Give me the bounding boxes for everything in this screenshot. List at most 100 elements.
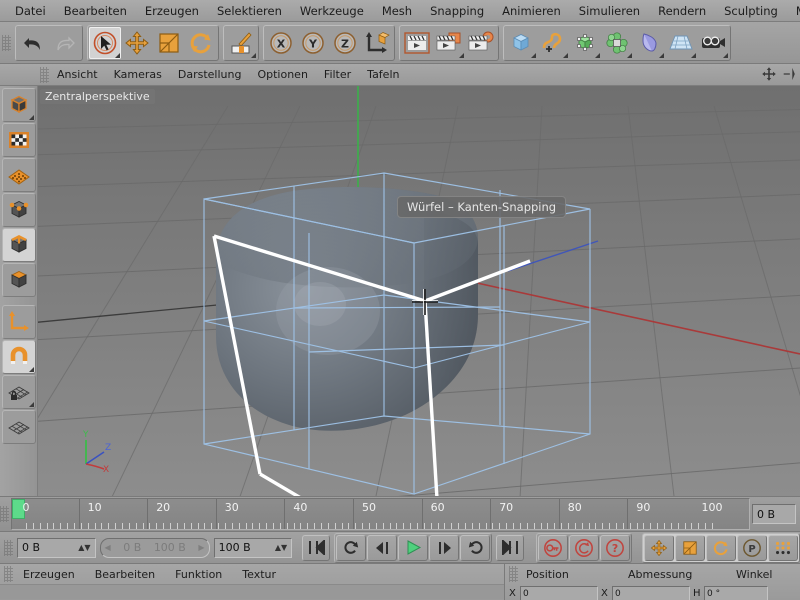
menu-item-mograph[interactable]: MoGraph: [787, 2, 800, 20]
timeline-minor-tick: [506, 523, 508, 529]
timeline-grip[interactable]: [0, 506, 9, 522]
menu-item-sculpting[interactable]: Sculpting: [715, 2, 787, 20]
spinner-icon[interactable]: ▲▼: [275, 543, 287, 552]
timeline-minor-tick: [526, 523, 528, 529]
move-tool[interactable]: [121, 27, 153, 59]
step-back-button[interactable]: [367, 534, 398, 561]
point-mode-button[interactable]: [1, 193, 36, 227]
spinner-icon[interactable]: ▲▼: [78, 543, 90, 552]
texture-mode-button[interactable]: [1, 123, 36, 157]
add-spline-button[interactable]: [537, 27, 569, 59]
step-forward-button[interactable]: [429, 534, 460, 561]
redo-button[interactable]: [49, 27, 81, 59]
material-manager-body[interactable]: [0, 584, 504, 599]
material-menu-item-erzeugen[interactable]: Erzeugen: [13, 566, 85, 583]
go-to-end-button[interactable]: [496, 534, 524, 561]
viewport-pan-button[interactable]: [761, 66, 777, 82]
brush-tool[interactable]: [225, 27, 257, 59]
menu-item-selektieren[interactable]: Selektieren: [208, 2, 291, 20]
menu-item-werkzeuge[interactable]: Werkzeuge: [291, 2, 373, 20]
material-menu-item-bearbeiten[interactable]: Bearbeiten: [85, 566, 165, 583]
go-to-start-button[interactable]: [302, 534, 331, 561]
render-region-button[interactable]: [433, 27, 465, 59]
workplane-lock-button[interactable]: [1, 375, 36, 409]
viewport-3d[interactable]: Zentralperspektive Würfel – Kanten-Snapp…: [38, 86, 800, 496]
live-selection-tool[interactable]: [89, 26, 121, 59]
add-mograph-button[interactable]: [601, 27, 633, 59]
render-settings-button[interactable]: [465, 27, 497, 59]
timeline-ruler[interactable]: 0 10 20 30 40 50 60 70 80 90 100: [11, 498, 750, 530]
edge-mode-button[interactable]: [1, 228, 36, 262]
rotate-tool[interactable]: [185, 27, 217, 59]
position-x-value: 0: [523, 588, 529, 599]
add-deformer-button[interactable]: [633, 27, 665, 59]
add-camera-button[interactable]: [697, 27, 729, 59]
viewport-menu-item-optionen[interactable]: Optionen: [249, 66, 315, 83]
axis-mode-button[interactable]: [1, 305, 36, 339]
polygon-mode-button[interactable]: [1, 263, 36, 297]
position-x-field[interactable]: 0: [520, 586, 598, 600]
undo-button[interactable]: [17, 27, 49, 59]
menu-item-simulieren[interactable]: Simulieren: [570, 2, 649, 20]
viewport-zoom-button[interactable]: [780, 66, 796, 82]
material-manager-grip[interactable]: [4, 566, 13, 582]
coordinate-system-toggle[interactable]: [361, 27, 393, 59]
toolbar-group-transform: [87, 24, 219, 61]
add-generator-button[interactable]: [569, 27, 601, 59]
menu-item-rendern[interactable]: Rendern: [649, 2, 715, 20]
menu-item-mesh[interactable]: Mesh: [373, 2, 421, 20]
lock-x-axis[interactable]: X: [265, 27, 297, 59]
toolbar-grip[interactable]: [2, 34, 11, 51]
render-view-button[interactable]: [401, 27, 433, 59]
size-x-field[interactable]: 0: [612, 586, 690, 600]
key-position-button[interactable]: [644, 534, 674, 561]
viewport-menu-item-kameras[interactable]: Kameras: [106, 66, 170, 83]
record-keyframe-button[interactable]: [538, 534, 568, 561]
previous-key-button[interactable]: [336, 534, 367, 561]
lock-z-axis[interactable]: Z: [329, 27, 361, 59]
workplane-button[interactable]: [1, 410, 36, 444]
current-frame-field[interactable]: 0 B ▲▼: [17, 537, 96, 558]
play-button[interactable]: [398, 534, 429, 561]
add-scene-object-button[interactable]: [665, 27, 697, 59]
key-parameter-button[interactable]: P: [737, 534, 767, 561]
keyframe-selection-button[interactable]: ?: [600, 534, 630, 561]
range-next-icon[interactable]: ▶: [198, 543, 204, 552]
scale-tool[interactable]: [153, 27, 185, 59]
timeline-label-50: 50: [362, 501, 376, 514]
axis-label-z: Z: [105, 443, 111, 453]
frame-range-field[interactable]: ◀ 0 B 100 B ▶: [99, 537, 210, 558]
material-menu-item-textur[interactable]: Textur: [232, 566, 286, 583]
lock-y-axis[interactable]: Y: [297, 27, 329, 59]
menu-item-erzeugen[interactable]: Erzeugen: [136, 2, 208, 20]
next-key-button[interactable]: [460, 534, 491, 561]
viewport-menu-item-filter[interactable]: Filter: [316, 66, 359, 83]
angle-h-field[interactable]: 0 °: [704, 586, 768, 600]
point-level-animation-button[interactable]: [768, 534, 798, 561]
current-frame-value: 0 B: [22, 541, 41, 554]
range-prev-icon[interactable]: ◀: [105, 543, 111, 552]
menu-item-snapping[interactable]: Snapping: [421, 2, 493, 20]
timeline-minor-tick: [403, 523, 405, 529]
timeline-minor-tick: [149, 523, 151, 529]
model-mode-button[interactable]: [1, 88, 36, 122]
menu-item-bearbeiten[interactable]: Bearbeiten: [55, 2, 136, 20]
coordinate-manager-grip[interactable]: [509, 566, 518, 582]
menu-item-animieren[interactable]: Animieren: [493, 2, 570, 20]
preview-end-field[interactable]: 100 B ▲▼: [213, 537, 293, 558]
autokeying-button[interactable]: [569, 534, 599, 561]
viewport-menu-item-darstellung[interactable]: Darstellung: [170, 66, 250, 83]
viewport-menubar-grip[interactable]: [40, 66, 49, 83]
menu-item-datei[interactable]: Datei: [6, 2, 55, 20]
add-primitive-button[interactable]: [505, 27, 537, 59]
material-menu-item-funktion[interactable]: Funktion: [165, 566, 232, 583]
viewport-menu-item-tafeln[interactable]: Tafeln: [359, 66, 407, 83]
viewport-menu-item-ansicht[interactable]: Ansicht: [49, 66, 106, 83]
snapping-button[interactable]: [1, 340, 36, 374]
key-scale-button[interactable]: [675, 534, 705, 561]
timeline-minor-tick: [320, 523, 322, 529]
points-mesh-button[interactable]: [1, 158, 36, 192]
transport-grip[interactable]: [4, 539, 13, 556]
key-rotation-button[interactable]: [706, 534, 736, 561]
timeline-end-field[interactable]: 0 B: [752, 504, 796, 524]
